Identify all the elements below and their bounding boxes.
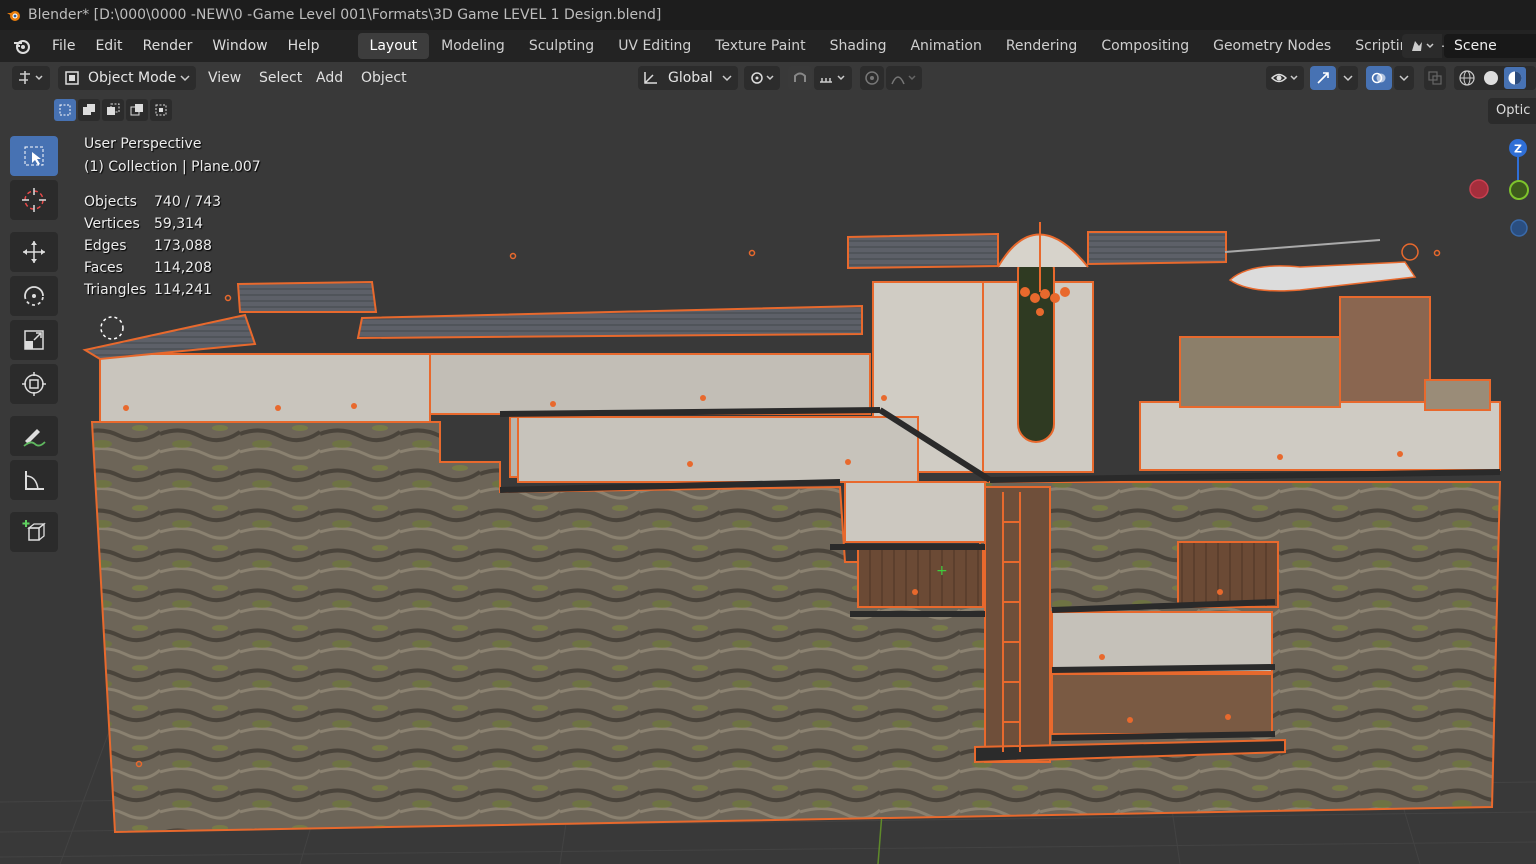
select-extend-icon[interactable] [78, 99, 100, 121]
tab-animation[interactable]: Animation [898, 33, 993, 59]
select-box-tool-icon[interactable] [10, 136, 58, 176]
viewport-stats-overlay: User Perspective (1) Collection | Plane.… [84, 136, 261, 304]
editor-type-icon[interactable] [12, 66, 50, 90]
chevron-down-icon [180, 75, 190, 82]
solid-shading-icon[interactable] [1482, 69, 1500, 87]
stat-value: 173,088 [154, 238, 212, 254]
object-mode-select[interactable]: Object Mode [58, 66, 196, 90]
chevron-down-icon [722, 75, 732, 82]
blender-menu-icon[interactable] [10, 34, 34, 58]
perspective-label: User Perspective [84, 136, 202, 152]
transform-orientation-select[interactable]: Global [638, 66, 738, 90]
cursor-tool-icon[interactable] [10, 180, 58, 220]
menu-window[interactable]: Window [202, 38, 277, 54]
stat-label: Faces [84, 260, 123, 276]
stat-label: Triangles [84, 282, 147, 298]
proportional-edit-icon[interactable] [860, 66, 884, 90]
chevron-down-icon[interactable] [1394, 66, 1414, 90]
add-cube-tool-icon[interactable] [10, 512, 58, 552]
stat-label: Objects [84, 194, 137, 210]
stat-value: 740 / 743 [154, 194, 222, 210]
tab-texture-paint[interactable]: Texture Paint [703, 33, 817, 59]
z-axis-label: Z [1514, 143, 1522, 156]
orientation-icon [644, 72, 657, 84]
menu-render[interactable]: Render [133, 38, 203, 54]
blender-logo-icon [7, 11, 20, 21]
select-invert-icon[interactable] [126, 99, 148, 121]
navigation-gizmo[interactable]: Z [1466, 132, 1536, 242]
select-new-icon[interactable] [54, 99, 76, 121]
tab-sculpting[interactable]: Sculpting [517, 33, 606, 59]
menu-select[interactable]: Select [259, 66, 302, 90]
tab-shading[interactable]: Shading [818, 33, 899, 59]
helicopter-model[interactable] [1224, 239, 1419, 292]
stat-objects: Objects 740 / 743 [84, 194, 261, 216]
title-bar: Blender* [D:\000\0000 -NEW\0 -Game Level… [0, 0, 1536, 30]
xray-toggle-icon[interactable] [1424, 66, 1446, 90]
snap-toggle-icon[interactable] [788, 66, 812, 90]
svg-text:+: + [936, 563, 948, 579]
rotate-tool-icon[interactable] [10, 276, 58, 316]
menu-edit[interactable]: Edit [85, 38, 132, 54]
falloff-icon[interactable] [886, 66, 922, 90]
stat-faces: Faces 114,208 [84, 260, 261, 282]
scene-browse-icon[interactable] [1402, 34, 1442, 58]
snap-target-icon[interactable] [814, 66, 852, 90]
select-intersect-icon[interactable] [150, 99, 172, 121]
top-menu-bar: File Edit Render Window Help Layout Mode… [0, 30, 1536, 62]
menu-help[interactable]: Help [278, 38, 330, 54]
move-tool-icon[interactable] [10, 232, 58, 272]
stat-label: Edges [84, 238, 127, 254]
viewport-header: Object Mode View Select Add Object Globa… [0, 62, 1536, 94]
transform-tool-icon[interactable] [10, 364, 58, 404]
window-title: Blender* [D:\000\0000 -NEW\0 -Game Level… [28, 7, 662, 23]
material-preview-shading-icon[interactable] [1504, 67, 1526, 89]
y-axis-icon[interactable] [1509, 180, 1529, 200]
tab-modeling[interactable]: Modeling [429, 33, 517, 59]
stat-value: 114,241 [154, 282, 212, 298]
stat-edges: Edges 173,088 [84, 238, 261, 260]
tab-geometry-nodes[interactable]: Geometry Nodes [1201, 33, 1343, 59]
pivot-point-icon[interactable] [744, 66, 780, 90]
select-subtract-icon[interactable] [102, 99, 124, 121]
object-mode-icon [65, 71, 79, 85]
overlays-toggle-icon[interactable] [1366, 66, 1392, 90]
tool-shelf [10, 136, 62, 556]
selection-mode-group [54, 99, 174, 123]
visibility-icon[interactable] [1266, 66, 1304, 90]
orientation-label: Global [668, 70, 713, 86]
shading-mode-group [1454, 66, 1536, 90]
menu-object[interactable]: Object [361, 66, 407, 90]
stat-value: 114,208 [154, 260, 212, 276]
tab-layout[interactable]: Layout [357, 33, 430, 59]
stat-value: 59,314 [154, 216, 203, 232]
collection-label: (1) Collection | Plane.007 [84, 159, 261, 175]
stat-label: Vertices [84, 216, 140, 232]
menu-file[interactable]: File [42, 38, 85, 54]
menu-add[interactable]: Add [316, 66, 343, 90]
tab-rendering[interactable]: Rendering [994, 33, 1090, 59]
chevron-down-icon[interactable] [1338, 66, 1358, 90]
stat-triangles: Triangles 114,241 [84, 282, 261, 304]
3d-viewport[interactable]: + Object Mode View Select Add Object Glo… [0, 62, 1536, 864]
object-mode-label: Object Mode [88, 70, 177, 86]
scene-selector: Scene [1402, 33, 1536, 59]
workspace-tabs: Layout Modeling Sculpting UV Editing Tex… [357, 33, 1461, 59]
x-axis-negative-icon[interactable] [1469, 179, 1489, 199]
gizmo-toggle-icon[interactable] [1310, 66, 1336, 90]
z-axis-negative-icon[interactable] [1510, 219, 1528, 237]
options-panel-tab[interactable]: Optic [1488, 98, 1536, 124]
measure-tool-icon[interactable] [10, 460, 58, 500]
scene-name-field[interactable]: Scene [1444, 34, 1536, 58]
wireframe-shading-icon[interactable] [1458, 69, 1476, 87]
scale-tool-icon[interactable] [10, 320, 58, 360]
annotate-tool-icon[interactable] [10, 416, 58, 456]
menu-view[interactable]: View [208, 66, 241, 90]
stat-vertices: Vertices 59,314 [84, 216, 261, 238]
tab-uv-editing[interactable]: UV Editing [606, 33, 703, 59]
tab-compositing[interactable]: Compositing [1089, 33, 1201, 59]
